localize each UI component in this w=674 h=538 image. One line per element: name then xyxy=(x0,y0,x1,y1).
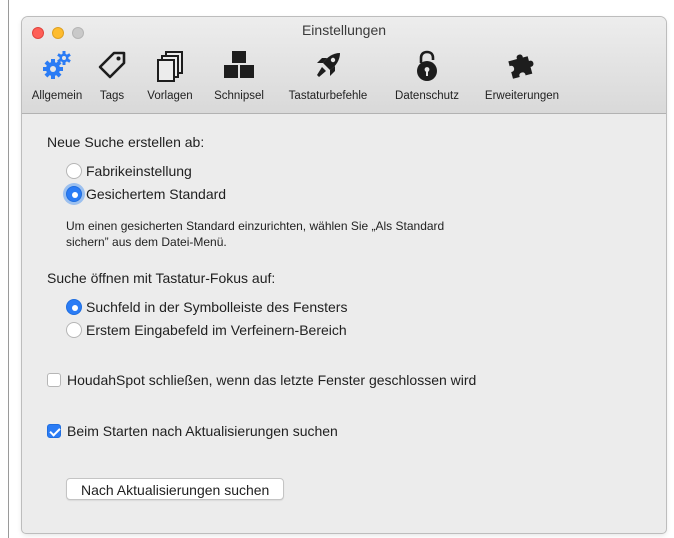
templates-icon xyxy=(157,51,183,82)
toolbar-label: Tastaturbefehle xyxy=(288,90,368,102)
gears-icon xyxy=(43,51,71,79)
lock-icon xyxy=(417,50,437,81)
check-for-updates-button[interactable]: Nach Aktualisierungen suchen xyxy=(66,478,285,500)
toolbar-item-tastaturbefehle[interactable]: Tastaturbefehle xyxy=(272,44,384,106)
radio-label: Suchfeld in der Symbolleiste des Fenster… xyxy=(86,299,348,315)
toolbar-label: Tags xyxy=(99,90,125,102)
radio-label: Fabrikeinstellung xyxy=(86,163,192,179)
puzzle-icon xyxy=(508,54,534,79)
toolbar-label: Allgemein xyxy=(31,90,83,102)
rocket-icon xyxy=(317,53,340,77)
checkbox-label: HoudahSpot schließen, wenn das letzte Fe… xyxy=(67,372,477,388)
radio-button[interactable] xyxy=(66,186,82,202)
toolbar-label: Vorlagen xyxy=(147,90,193,102)
toolbar-item-vorlagen[interactable]: Vorlagen xyxy=(134,44,206,106)
titlebar-toolbar: Einstellungen Allgemein Tags Vorlagen Sc… xyxy=(22,17,666,114)
tag-icon xyxy=(98,51,126,79)
toolbar-item-allgemein[interactable]: Allgemein xyxy=(24,44,90,106)
checkbox-label: Beim Starten nach Aktualisierungen suche… xyxy=(67,423,338,439)
focus-heading: Suche öffnen mit Tastatur-Fokus auf: xyxy=(47,270,276,286)
toolbar-label: Datenschutz xyxy=(395,90,459,102)
new-search-heading: Neue Suche erstellen ab: xyxy=(47,134,205,150)
checkbox[interactable] xyxy=(47,424,61,438)
toolbar-label: Schnipsel xyxy=(214,90,264,102)
radio-button[interactable] xyxy=(66,322,82,338)
saved-default-note: Um einen gesicherten Standard einzuricht… xyxy=(66,219,445,249)
toolbar-item-erweiterungen[interactable]: Erweiterungen xyxy=(470,44,574,106)
checkbox[interactable] xyxy=(47,373,61,387)
snippets-icon xyxy=(224,51,254,78)
background-window-edge xyxy=(0,0,9,538)
toolbar-item-tags[interactable]: Tags xyxy=(92,44,132,106)
radio-label: Gesichertem Standard xyxy=(86,186,227,202)
general-settings-pane: Neue Suche erstellen ab: Fabrikeinstellu… xyxy=(22,114,666,533)
toolbar-label: Erweiterungen xyxy=(484,90,560,102)
toolbar-item-schnipsel[interactable]: Schnipsel xyxy=(208,44,270,106)
preferences-window: Einstellungen Allgemein Tags Vorlagen Sc… xyxy=(22,17,666,533)
radio-button[interactable] xyxy=(66,163,82,179)
radio-label: Erstem Eingabefeld im Verfeinern-Bereich xyxy=(86,322,347,338)
toolbar-item-datenschutz[interactable]: Datenschutz xyxy=(386,44,468,106)
radio-button[interactable] xyxy=(66,299,82,315)
window-title: Einstellungen xyxy=(301,22,387,38)
